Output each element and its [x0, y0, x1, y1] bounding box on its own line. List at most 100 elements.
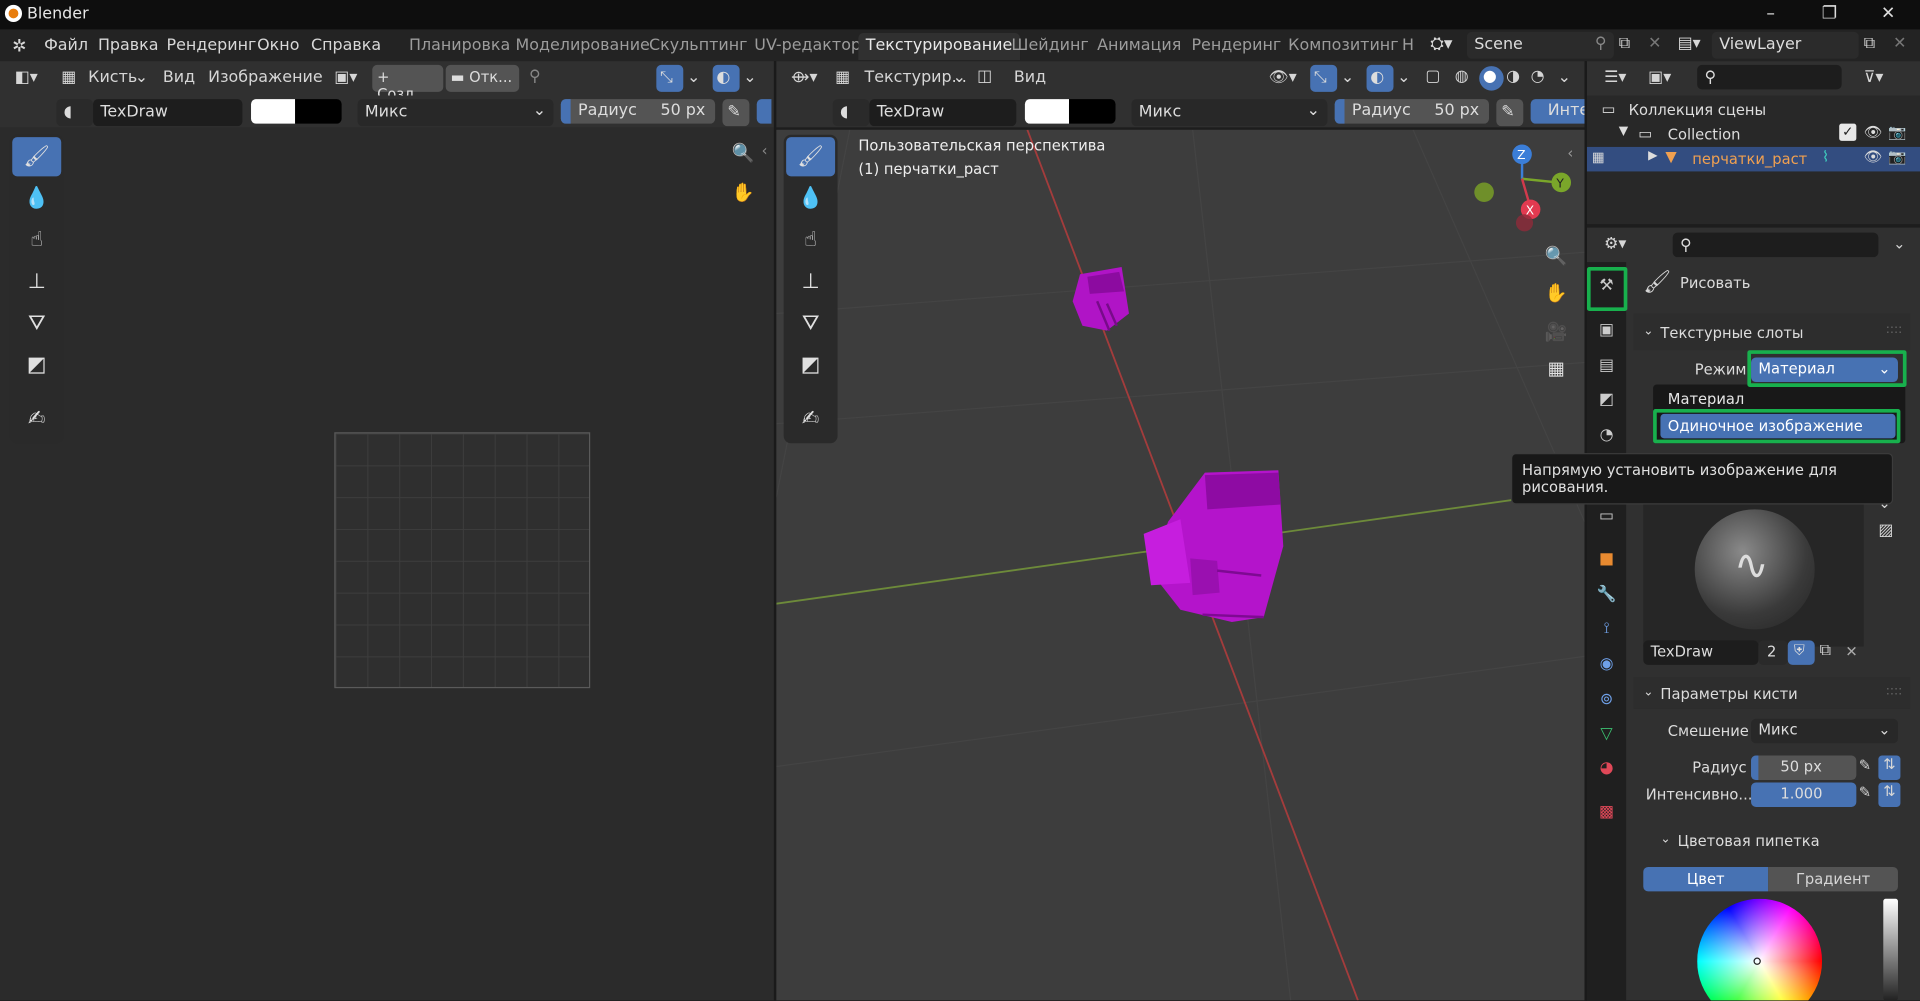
blend-mode-select[interactable]: Микс ⌄: [1131, 99, 1328, 127]
xray-icon[interactable]: ▢: [1425, 67, 1440, 85]
menu-render[interactable]: Рендеринг: [167, 37, 257, 55]
tab-more[interactable]: Н: [1395, 33, 1422, 60]
tab-modeling[interactable]: Моделирование: [508, 33, 657, 60]
world-tab-icon[interactable]: ▭: [1594, 504, 1618, 528]
viewport-view-menu[interactable]: Вид: [1014, 69, 1046, 87]
clone-tool-icon[interactable]: ⊥: [786, 262, 835, 301]
open-image-button[interactable]: ▬ Отк...: [445, 64, 520, 92]
image-view-menu[interactable]: Вид: [163, 69, 195, 87]
navigation-gizmo[interactable]: Z Y X: [1474, 144, 1572, 232]
collection-row[interactable]: ▼ ▭ Collection ✓ 👁 📷: [1587, 122, 1920, 146]
annotate-tool-icon[interactable]: ✍: [786, 399, 835, 438]
sidebar-toggle-icon[interactable]: ‹: [762, 142, 768, 159]
unified-strength-icon[interactable]: ⇅: [1878, 782, 1901, 807]
menu-window[interactable]: Окно: [257, 37, 299, 55]
color-picker-header[interactable]: Цветовая пипетка: [1678, 833, 1820, 850]
overlay-icon[interactable]: ◐: [1366, 64, 1394, 92]
particles-tab-icon[interactable]: ⟟: [1594, 617, 1618, 641]
pan-hand-icon[interactable]: ✋: [727, 176, 759, 208]
modifier-tab-icon[interactable]: 🔧: [1594, 583, 1618, 607]
collapse-icon[interactable]: ⌄: [1643, 324, 1653, 337]
blend-mode-select[interactable]: Микс ⌄: [357, 99, 554, 127]
color-wheel-cursor[interactable]: [1753, 957, 1761, 965]
image-browse-icon[interactable]: ▣▾: [334, 69, 357, 87]
intensity-slider[interactable]: Инте: [1530, 99, 1585, 124]
delete-view-layer-icon[interactable]: ✕: [1893, 34, 1906, 52]
gizmo-icon[interactable]: ⤡: [1310, 64, 1338, 92]
camera-icon[interactable]: 🎥: [1540, 316, 1572, 348]
radius-slider[interactable]: Радиус 50 px: [1334, 99, 1489, 124]
new-scene-icon[interactable]: ⧉: [1619, 34, 1630, 52]
constraints-tab-icon[interactable]: ⊚: [1594, 688, 1618, 712]
blender-menu-icon[interactable]: ✲: [12, 37, 26, 57]
duplicate-icon[interactable]: ⧉: [1820, 642, 1831, 660]
editor-type-icon[interactable]: ◧▾: [15, 69, 38, 87]
new-view-layer-icon[interactable]: ⧉: [1864, 34, 1875, 52]
camera-icon[interactable]: 📷: [1888, 148, 1906, 165]
intensity-slider[interactable]: 1.000: [1751, 782, 1857, 807]
draw-tool-icon[interactable]: 🖌: [12, 137, 62, 177]
option-material[interactable]: Материал: [1668, 391, 1745, 408]
mask-tool-icon[interactable]: ◩: [786, 345, 835, 384]
radius-slider[interactable]: Радиус 50 px: [560, 99, 716, 124]
scene-selector[interactable]: Scene ⚲: [1466, 31, 1614, 59]
menu-file[interactable]: Файл: [44, 37, 88, 55]
minimize-icon[interactable]: –: [1758, 4, 1782, 24]
secondary-color-swatch[interactable]: [295, 99, 342, 124]
visibility-icon[interactable]: 👁▾: [1269, 69, 1297, 87]
outliner-search-input[interactable]: ⚲: [1697, 64, 1842, 90]
properties-search-input[interactable]: ⚲: [1672, 232, 1879, 258]
brush-name-field[interactable]: TexDraw: [93, 99, 243, 127]
overlay-icon[interactable]: ◐: [712, 64, 740, 92]
secondary-color-swatch[interactable]: [1068, 99, 1116, 124]
value-slider[interactable]: [1883, 898, 1898, 1001]
expand-icon[interactable]: ▼: [1619, 125, 1628, 138]
image-menu[interactable]: Изображение: [208, 69, 322, 87]
pan-hand-icon[interactable]: ✋: [1540, 277, 1572, 309]
fill-tool-icon[interactable]: ⛛: [786, 304, 835, 343]
chevron-down-icon[interactable]: ⌄: [1893, 235, 1905, 252]
zoom-icon[interactable]: 🔍: [727, 137, 759, 169]
physics-tab-icon[interactable]: ◉: [1594, 653, 1618, 677]
viewport-mode-select[interactable]: Текстурир...: [864, 69, 966, 87]
snap-icon[interactable]: ⤡: [656, 64, 684, 92]
object-row[interactable]: ▦ ▶ ▼ перчатки_раст ⌇ 👁 📷: [1586, 146, 1920, 172]
drag-handle-icon[interactable]: ::::: [1886, 684, 1903, 697]
tab-layout[interactable]: Планировка: [402, 33, 518, 60]
soften-tool-icon[interactable]: 💧: [786, 179, 835, 218]
brush-datablock-name[interactable]: TexDraw: [1643, 640, 1759, 665]
unified-size-icon[interactable]: ⇅: [1878, 755, 1901, 781]
menu-help[interactable]: Справка: [311, 37, 381, 55]
3d-viewport[interactable]: Z Y X Пользовательская перспектива (1) п…: [776, 129, 1585, 1001]
tab-color[interactable]: Цвет: [1643, 866, 1769, 892]
editor-type-icon[interactable]: ⟴▾: [791, 69, 817, 87]
glove-small-mesh[interactable]: [1072, 266, 1129, 332]
clone-tool-icon[interactable]: ⊥: [12, 262, 61, 301]
annotate-tool-icon[interactable]: ✍: [12, 399, 61, 438]
smear-tool-icon[interactable]: ☝: [786, 220, 835, 259]
view-layer-icon[interactable]: ▤▾: [1678, 34, 1701, 52]
close-icon[interactable]: ✕: [1876, 4, 1900, 24]
drag-handle-icon[interactable]: ::::: [1886, 323, 1903, 336]
primary-color-swatch[interactable]: [1024, 99, 1069, 124]
primary-color-swatch[interactable]: [251, 99, 296, 124]
pressure-icon[interactable]: ✎: [1496, 99, 1524, 127]
tab-sculpting[interactable]: Скульптинг: [642, 33, 755, 60]
render-tab-icon[interactable]: ▣: [1594, 318, 1618, 342]
uv-grid-canvas[interactable]: [334, 432, 591, 689]
menu-edit[interactable]: Правка: [98, 37, 159, 55]
eye-icon[interactable]: 👁: [1864, 124, 1883, 141]
sidebar-toggle-icon[interactable]: ‹: [1567, 144, 1573, 161]
material-tab-icon[interactable]: ◕: [1594, 757, 1618, 781]
brush-preview-box[interactable]: ∿: [1643, 492, 1864, 647]
texture-tab-icon[interactable]: ▩: [1594, 801, 1618, 825]
brush-preview-icon[interactable]: ◖: [56, 99, 94, 127]
mask-toggle-icon[interactable]: ◫: [977, 67, 992, 85]
texture-slots-header[interactable]: Текстурные слоты: [1660, 324, 1803, 341]
tab-compositing[interactable]: Композитинг: [1281, 33, 1406, 60]
material-shading-icon[interactable]: ◑: [1506, 67, 1520, 85]
properties-type-icon[interactable]: ⚙▾: [1604, 235, 1626, 253]
image-icon[interactable]: ▨: [1878, 522, 1893, 540]
display-mode-icon[interactable]: ▣▾: [1648, 69, 1671, 87]
delete-scene-icon[interactable]: ✕: [1648, 34, 1661, 52]
